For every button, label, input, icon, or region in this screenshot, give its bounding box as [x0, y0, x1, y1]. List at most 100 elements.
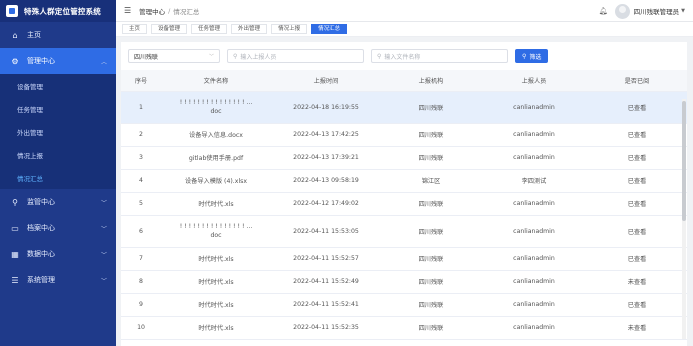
cell-time: 2022-04-11 15:52:41 [271, 293, 381, 317]
cell-time: 2022-04-11 15:52:49 [271, 270, 381, 294]
sidebar-item-home[interactable]: ⌂ 主页 [0, 22, 116, 48]
cell-reporter: canlianadmin [481, 270, 587, 294]
cell-reporter: canlianadmin [481, 215, 587, 248]
caret-down-icon[interactable]: ▼ [681, 8, 685, 14]
table-row[interactable]: 1 ! ! ! ! ! ! ! ! ! ! ! ! ! ! ! ... doc 2… [121, 91, 687, 124]
cell-filename[interactable]: 时代时代.xls [161, 316, 271, 340]
reporter-input[interactable]: ⚲ 输入上报人员 [227, 49, 364, 63]
breadcrumb-separator: / [168, 6, 171, 15]
cell-filename[interactable]: 设备导入模版 (4).xlsx [161, 169, 271, 193]
menu-toggle-icon[interactable]: ☰ [124, 6, 131, 15]
reporter-input-placeholder: 输入上报人员 [240, 53, 277, 61]
tab-outings[interactable]: 外出管理 [231, 24, 268, 34]
breadcrumb-parent[interactable]: 管理中心 [139, 6, 165, 16]
cell-no: 7 [121, 247, 161, 271]
filter-button-label: 筛选 [529, 53, 542, 61]
tab-devices[interactable]: 设备管理 [151, 24, 188, 34]
cell-reporter: canlianadmin [481, 293, 587, 317]
submenu-item-reports[interactable]: 情况上报 [0, 143, 116, 166]
filename-ext: doc [210, 108, 222, 115]
column-header-org[interactable]: 上报机构 [381, 70, 481, 92]
cell-read-status: 已查看 [587, 146, 687, 170]
table-scrollbar[interactable] [682, 99, 686, 339]
cell-filename[interactable]: 时代时代.xls [161, 293, 271, 317]
app-logo-bar: 特殊人群定位管控系统 [0, 0, 116, 22]
sidebar-item-label: 数据中心 [27, 250, 55, 258]
app-title: 特殊人群定位管控系统 [24, 6, 101, 16]
cell-filename[interactable]: 设备导入信息.docx [161, 123, 271, 147]
cell-time: 2022-04-11 15:53:05 [271, 215, 381, 248]
cell-time: 2022-04-11 15:52:57 [271, 247, 381, 271]
table-row[interactable]: 5 时代时代.xls 2022-04-12 17:49:02 四川残联 canl… [121, 192, 687, 216]
cell-time: 2022-04-11 15:52:35 [271, 316, 381, 340]
table-row[interactable]: 3 gitlab使用手册.pdf 2022-04-13 17:39:21 四川残… [121, 146, 687, 170]
sidebar-item-management[interactable]: ⚙ 管理中心 ︿ [0, 48, 116, 74]
filename-input[interactable]: ⚲ 输入文件名称 [371, 49, 508, 63]
cell-reporter: canlianadmin [481, 316, 587, 340]
sidebar-item-label: 管理中心 [27, 57, 55, 65]
cell-filename[interactable]: ! ! ! ! ! ! ! ! ! ! ! ! ! ! ! ... doc [161, 91, 271, 124]
table-row[interactable]: 8 时代时代.xls 2022-04-11 15:52:49 四川残联 canl… [121, 270, 687, 294]
search-icon: ⚲ [233, 52, 238, 60]
sidebar-item-supervision[interactable]: ⚲ 监管中心 ﹀ [0, 189, 116, 215]
scrollbar-thumb[interactable] [682, 101, 686, 221]
submenu-item-devices[interactable]: 设备管理 [0, 74, 116, 97]
filename-line: ! ! ! ! ! ! ! ! ! ! ! ! ! ! ! ... [179, 223, 253, 230]
cell-read-status: 未查看 [587, 270, 687, 294]
table-row[interactable]: 6 ! ! ! ! ! ! ! ! ! ! ! ! ! ! ! ... doc 2… [121, 215, 687, 248]
bell-icon[interactable]: 🔔︎ [599, 7, 608, 15]
table-row[interactable]: 9 时代时代.xls 2022-04-11 15:52:41 四川残联 canl… [121, 293, 687, 317]
cell-no: 10 [121, 316, 161, 340]
cell-org: 四川残联 [381, 123, 481, 147]
cell-reporter: canlianadmin [481, 91, 587, 124]
sidebar-item-archives[interactable]: ▭ 档案中心 ﹀ [0, 215, 116, 241]
cell-reporter: canlianadmin [481, 247, 587, 271]
user-name[interactable]: 四川残联管理员 [634, 6, 680, 16]
table-row[interactable]: 10 时代时代.xls 2022-04-11 15:52:35 四川残联 can… [121, 316, 687, 340]
submenu-item-outings[interactable]: 外出管理 [0, 120, 116, 143]
cell-filename[interactable]: 时代时代.xls [161, 270, 271, 294]
region-select[interactable]: 四川残联 ﹀ [128, 49, 220, 63]
chevron-down-icon: ﹀ [208, 53, 214, 60]
sidebar: 特殊人群定位管控系统 ⌂ 主页 ⚙ 管理中心 ︿ 设备管理 任务管理 外出管理 … [0, 0, 116, 346]
cell-read-status: 已查看 [587, 215, 687, 248]
main-content: 四川残联 ﹀ ⚲ 输入上报人员 ⚲ 输入文件名称 ⚲ 筛选 序号 文件名称 上报… [116, 37, 693, 346]
cell-reporter: canlianadmin [481, 192, 587, 216]
filter-button[interactable]: ⚲ 筛选 [515, 49, 549, 63]
tabs-bar: 主页 设备管理 任务管理 外出管理 情况上报 情况汇总 [116, 22, 693, 37]
cell-no: 3 [121, 146, 161, 170]
cell-time: 2022-04-18 16:19:55 [271, 91, 381, 124]
cell-filename[interactable]: 时代时代.xls [161, 192, 271, 216]
cell-no: 8 [121, 270, 161, 294]
table-row[interactable]: 2 设备导入信息.docx 2022-04-13 17:42:25 四川残联 c… [121, 123, 687, 147]
cell-filename[interactable]: ! ! ! ! ! ! ! ! ! ! ! ! ! ! ! ... doc [161, 215, 271, 248]
sidebar-item-system[interactable]: ☰ 系统管理 ﹀ [0, 267, 116, 293]
column-header-no[interactable]: 序号 [121, 70, 161, 92]
tab-home[interactable]: 主页 [122, 24, 148, 34]
cell-filename[interactable]: 时代时代.xls [161, 247, 271, 271]
cell-read-status: 已查看 [587, 293, 687, 317]
chevron-up-icon: ︿ [100, 58, 107, 66]
cell-read-status: 已查看 [587, 192, 687, 216]
avatar[interactable] [614, 3, 630, 19]
cell-read-status: 已查看 [587, 247, 687, 271]
table-row[interactable]: 7 时代时代.xls 2022-04-11 15:52:57 四川残联 canl… [121, 247, 687, 271]
submenu-item-summary[interactable]: 情况汇总 [0, 166, 116, 189]
sidebar-item-data[interactable]: ▦ 数据中心 ﹀ [0, 241, 116, 267]
column-header-time[interactable]: 上报时间 [271, 70, 381, 92]
cell-no: 2 [121, 123, 161, 147]
tab-tasks[interactable]: 任务管理 [191, 24, 228, 34]
submenu-item-tasks[interactable]: 任务管理 [0, 97, 116, 120]
gear-icon: ⚙ [11, 56, 19, 66]
cell-filename[interactable]: gitlab使用手册.pdf [161, 146, 271, 170]
tab-summary[interactable]: 情况汇总 [311, 24, 348, 34]
column-header-filename[interactable]: 文件名称 [161, 70, 271, 92]
tab-reports[interactable]: 情况上报 [271, 24, 308, 34]
column-header-reporter[interactable]: 上报人员 [481, 70, 587, 92]
cell-org: 四川残联 [381, 316, 481, 340]
sliders-icon: ☰ [11, 275, 19, 285]
table-row[interactable]: 4 设备导入模版 (4).xlsx 2022-04-13 09:58:19 锦江… [121, 169, 687, 193]
cell-reporter: 李四测试 [481, 169, 587, 193]
column-header-read[interactable]: 是否已阅 [587, 70, 687, 92]
location-pin-icon: ⚲ [12, 197, 18, 207]
